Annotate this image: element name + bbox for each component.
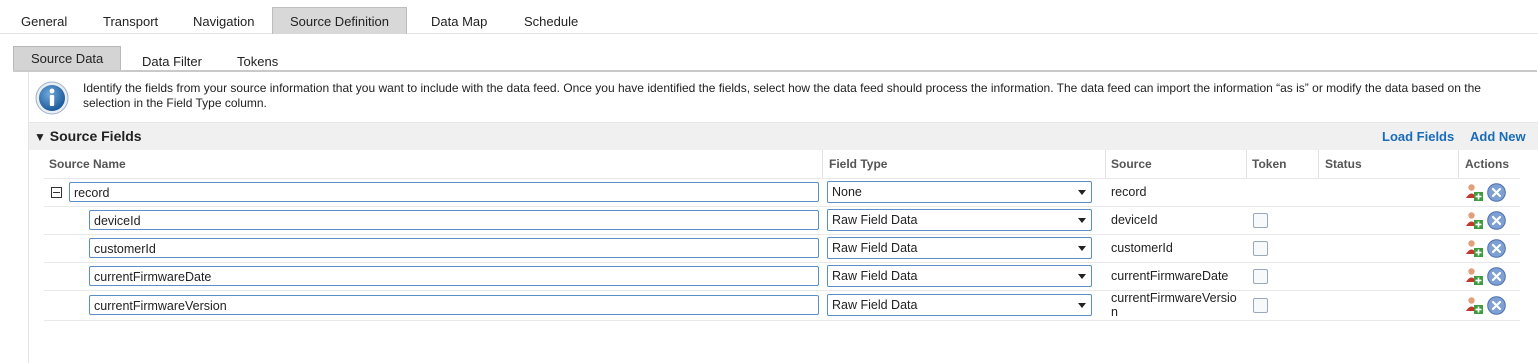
col-divider: [1105, 150, 1106, 178]
source-value-line: currentFirmwareVersio: [1111, 291, 1237, 305]
info-description: Identify the fields from your source inf…: [83, 81, 1481, 110]
col-divider: [1458, 150, 1459, 178]
row-divider: [44, 234, 1520, 235]
col-status[interactable]: Status: [1325, 157, 1362, 171]
field-type-value: Raw Field Data: [832, 213, 918, 227]
delete-circle-icon[interactable]: [1487, 183, 1506, 202]
tab-transport[interactable]: Transport: [103, 8, 158, 33]
source-value: record: [1111, 185, 1147, 199]
tab-tokens[interactable]: Tokens: [237, 45, 278, 70]
col-token[interactable]: Token: [1252, 157, 1286, 171]
field-type-select[interactable]: Raw Field Data: [827, 294, 1092, 316]
field-type-select[interactable]: None: [827, 181, 1092, 203]
tab-source-data[interactable]: Source Data: [13, 46, 122, 71]
source-name-input[interactable]: customerId: [89, 238, 819, 258]
top-tab-bar: General Transport Navigation Source Defi…: [0, 0, 1538, 34]
tab-navigation[interactable]: Navigation: [193, 8, 254, 33]
source-value: currentFirmwareVersio n: [1111, 291, 1237, 319]
source-name-input[interactable]: currentFirmwareVersion: [89, 295, 819, 315]
chevron-down-icon: [1078, 303, 1086, 308]
add-new-link[interactable]: Add New: [1470, 129, 1526, 144]
field-type-value: None: [832, 185, 862, 199]
source-name-input[interactable]: record: [69, 182, 819, 202]
delete-circle-icon[interactable]: [1487, 239, 1506, 258]
tab-data-filter[interactable]: Data Filter: [142, 45, 202, 70]
collapse-toggle-icon[interactable]: ▼: [34, 130, 46, 144]
delete-circle-icon[interactable]: [1487, 211, 1506, 230]
chevron-down-icon: [1078, 218, 1086, 223]
col-source-name[interactable]: Source Name: [49, 157, 126, 171]
add-user-icon[interactable]: [1465, 211, 1483, 229]
chevron-down-icon: [1078, 246, 1086, 251]
token-checkbox[interactable]: [1253, 213, 1268, 228]
tab-general[interactable]: General: [21, 8, 67, 33]
delete-circle-icon[interactable]: [1487, 267, 1506, 286]
tab-schedule[interactable]: Schedule: [524, 8, 578, 33]
field-type-select[interactable]: Raw Field Data: [827, 209, 1092, 231]
field-type-select[interactable]: Raw Field Data: [827, 265, 1092, 287]
source-fields-header: [29, 122, 1538, 150]
col-field-type[interactable]: Field Type: [829, 157, 887, 171]
load-fields-link[interactable]: Load Fields: [1382, 129, 1454, 144]
row-divider: [44, 290, 1520, 291]
section-title-text: Source Fields: [49, 128, 142, 144]
field-type-value: Raw Field Data: [832, 269, 918, 283]
col-source[interactable]: Source: [1111, 157, 1152, 171]
source-value: deviceId: [1111, 213, 1158, 227]
add-user-icon[interactable]: [1465, 296, 1483, 314]
tab-data-map[interactable]: Data Map: [431, 8, 487, 33]
token-checkbox[interactable]: [1253, 241, 1268, 256]
row-divider: [44, 320, 1520, 321]
col-divider: [822, 150, 823, 178]
field-type-select[interactable]: Raw Field Data: [827, 237, 1092, 259]
row-divider: [44, 262, 1520, 263]
field-type-value: Raw Field Data: [832, 241, 918, 255]
add-user-icon[interactable]: [1465, 239, 1483, 257]
header-divider: [44, 178, 1520, 179]
source-value: currentFirmwareDate: [1111, 269, 1229, 283]
source-name-input[interactable]: currentFirmwareDate: [89, 266, 819, 286]
delete-circle-icon[interactable]: [1487, 296, 1506, 315]
row-divider: [44, 206, 1520, 207]
add-user-icon[interactable]: [1465, 183, 1483, 201]
add-user-icon[interactable]: [1465, 267, 1483, 285]
collapse-minus-icon[interactable]: [51, 187, 62, 198]
field-type-value: Raw Field Data: [832, 298, 918, 312]
col-divider: [1318, 150, 1319, 178]
source-value: customerId: [1111, 241, 1173, 255]
col-actions: Actions: [1465, 157, 1510, 171]
chevron-down-icon: [1078, 274, 1086, 279]
chevron-down-icon: [1078, 190, 1086, 195]
col-divider: [1246, 150, 1247, 178]
sub-tab-bar: Source Data Data Filter Tokens: [0, 45, 1538, 71]
tab-source-definition[interactable]: Source Definition: [272, 7, 407, 34]
token-checkbox[interactable]: [1253, 298, 1268, 313]
source-name-input[interactable]: deviceId: [89, 210, 819, 230]
source-value-line: n: [1111, 305, 1118, 319]
token-checkbox[interactable]: [1253, 269, 1268, 284]
info-icon: [35, 81, 69, 115]
source-fields-title[interactable]: ▼ Source Fields: [34, 128, 142, 144]
